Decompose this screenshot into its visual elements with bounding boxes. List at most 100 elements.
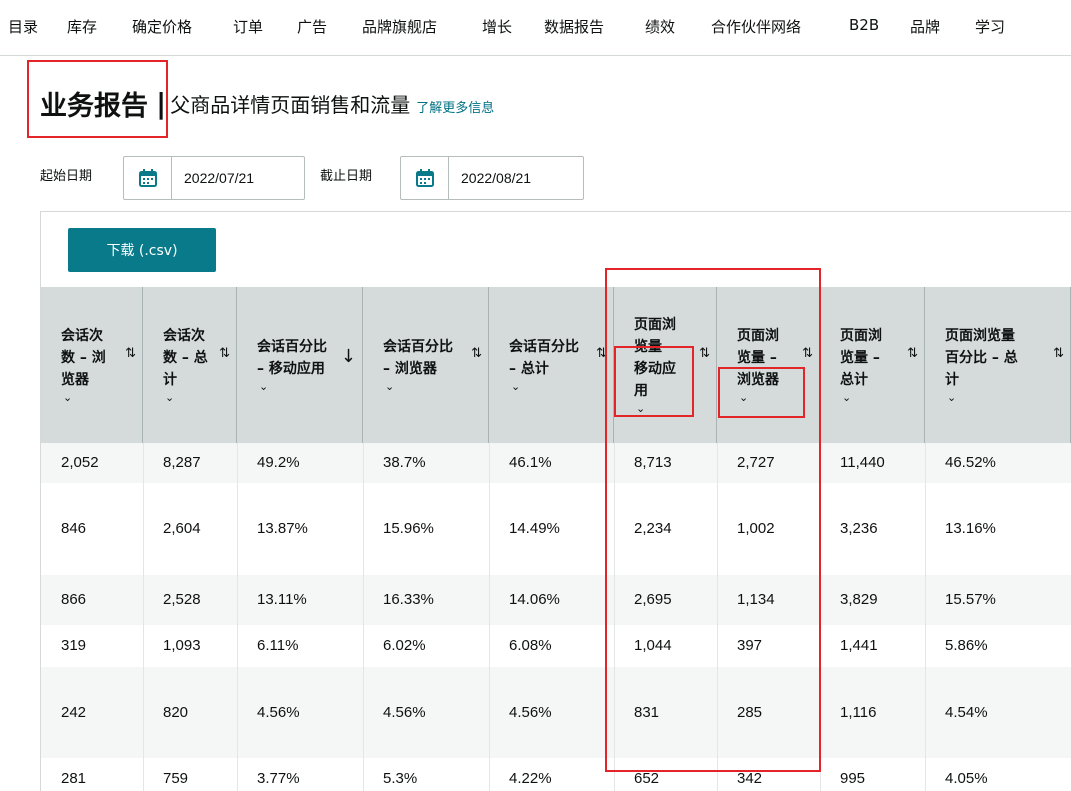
table-cell: 6.11% xyxy=(257,637,299,654)
table-cell: 1,093 xyxy=(163,637,201,654)
table-cell: 16.33% xyxy=(383,591,434,608)
start-date-picker[interactable]: 2022/07/21 xyxy=(123,156,305,200)
table-cell: 15.96% xyxy=(383,520,434,537)
table-cell: 15.57% xyxy=(945,591,996,608)
table-cell: 38.7% xyxy=(383,454,426,471)
column-header-label: 会话百分比 xyxy=(509,339,579,355)
chevron-down-icon[interactable]: ⌄ xyxy=(739,391,748,404)
nav-item[interactable]: 品牌旗舰店 xyxy=(362,16,437,37)
chevron-down-icon[interactable]: ⌄ xyxy=(636,402,645,415)
column-header[interactable]: 会话次数 – 总计 ⇅ ⌄ xyxy=(143,287,237,443)
column-divider xyxy=(363,443,364,791)
chevron-down-icon[interactable]: ⌄ xyxy=(947,391,956,404)
column-header-label: 览量 – xyxy=(737,350,777,366)
nav-item[interactable]: 订单 xyxy=(233,16,263,37)
sort-icon[interactable]: ⇅ xyxy=(907,346,918,361)
column-header-label: 用 xyxy=(634,383,648,399)
table-cell: 5.3% xyxy=(383,770,418,787)
nav-item[interactable]: B2B xyxy=(849,16,879,34)
column-header-label: – 浏览器 xyxy=(383,361,437,377)
chevron-down-icon[interactable]: ⌄ xyxy=(385,380,394,393)
table-cell: 2,234 xyxy=(634,520,672,537)
column-divider xyxy=(820,443,821,791)
nav-item[interactable]: 合作伙伴网络 xyxy=(711,16,801,37)
table-cell: 14.06% xyxy=(509,591,560,608)
table-cell: 2,727 xyxy=(737,454,775,471)
table-cell: 652 xyxy=(634,770,660,787)
table-cell: 2,695 xyxy=(634,591,672,608)
table-cell: 13.16% xyxy=(945,520,996,537)
column-header-label: 页面浏 xyxy=(634,317,676,333)
sort-icon[interactable]: ⇅ xyxy=(125,346,136,361)
table-cell: 4.56% xyxy=(257,704,300,721)
end-date-value[interactable]: 2022/08/21 xyxy=(449,170,531,186)
chevron-down-icon[interactable]: ⌄ xyxy=(842,391,851,404)
column-header[interactable]: 页面浏 览量 – 总计 ⇅ ⌄ xyxy=(820,287,925,443)
nav-item[interactable]: 数据报告 xyxy=(544,16,604,37)
sort-icon[interactable]: ⇅ xyxy=(699,346,710,361)
column-header-label: 数 – 总 xyxy=(163,350,208,366)
column-header[interactable]: 页面浏 览量 – 移动应用 ⇅ ⌄ xyxy=(614,287,717,443)
table-cell: 3,829 xyxy=(840,591,878,608)
nav-item[interactable]: 确定价格 xyxy=(132,16,192,37)
column-divider xyxy=(489,443,490,791)
nav-item[interactable]: 品牌 xyxy=(910,16,940,37)
table-cell: 4.05% xyxy=(945,770,988,787)
column-header[interactable]: 页面浏 览量 – 浏览器 ⇅ ⌄ xyxy=(717,287,820,443)
table-cell: 4.54% xyxy=(945,704,988,721)
column-header[interactable]: 页面浏览量 百分比 – 总计 ⇅ ⌄ xyxy=(925,287,1071,443)
sort-icon[interactable]: ⇅ xyxy=(802,346,813,361)
nav-item[interactable]: 增长 xyxy=(482,16,512,37)
column-divider xyxy=(143,443,144,791)
column-header-label: 会话次 xyxy=(61,328,103,344)
calendar-icon[interactable] xyxy=(401,157,449,199)
table-cell: 6.08% xyxy=(509,637,552,654)
table-cell: 342 xyxy=(737,770,763,787)
nav-item[interactable]: 学习 xyxy=(975,16,1005,37)
sort-icon[interactable]: ↓ xyxy=(341,346,356,367)
nav-item[interactable]: 库存 xyxy=(67,16,97,37)
column-divider xyxy=(614,443,615,791)
column-header[interactable]: 会话百分比 – 移动应用 ↓ ⌄ xyxy=(237,287,363,443)
column-header-label: 移动应 xyxy=(634,361,676,377)
table-cell: 319 xyxy=(61,637,87,654)
download-csv-button[interactable]: 下载 (.csv) xyxy=(68,228,216,272)
calendar-icon[interactable] xyxy=(124,157,172,199)
table-cell: 11,440 xyxy=(840,454,885,471)
sort-icon[interactable]: ⇅ xyxy=(219,346,230,361)
table-cell: 285 xyxy=(737,704,763,721)
learn-more-link[interactable]: 了解更多信息 xyxy=(416,97,494,116)
table-row xyxy=(41,667,1071,758)
table-cell: 4.56% xyxy=(383,704,426,721)
table-cell: 14.49% xyxy=(509,520,560,537)
top-navigation: 目录 库存 确定价格 订单 广告 品牌旗舰店 增长 数据报告 绩效 合作伙伴网络 B2B 品牌 学习 xyxy=(0,0,1071,56)
nav-item[interactable]: 绩效 xyxy=(645,16,675,37)
sort-icon[interactable]: ⇅ xyxy=(1053,346,1064,361)
column-header[interactable]: 会话百分比 – 总计 ⇅ ⌄ xyxy=(489,287,614,443)
column-header-label: 计 xyxy=(163,372,177,388)
nav-item[interactable]: 广告 xyxy=(297,16,327,37)
sort-icon[interactable]: ⇅ xyxy=(596,346,607,361)
column-header[interactable]: 会话百分比 – 浏览器 ⇅ ⌄ xyxy=(363,287,489,443)
table-cell: 242 xyxy=(61,704,87,721)
table-cell: 1,002 xyxy=(737,520,775,537)
chevron-down-icon[interactable]: ⌄ xyxy=(63,391,72,404)
sort-icon[interactable]: ⇅ xyxy=(471,346,482,361)
column-header-label: 页面浏览量 xyxy=(945,328,1015,344)
chevron-down-icon[interactable]: ⌄ xyxy=(165,391,174,404)
column-header[interactable]: 会话次数 – 浏览器 ⇅ ⌄ xyxy=(41,287,143,443)
table-cell: 2,604 xyxy=(163,520,201,537)
page-header: 业务报告 | 父商品详情页面销售和流量 了解更多信息 xyxy=(40,83,494,123)
table-cell: 397 xyxy=(737,637,763,654)
table-cell: 281 xyxy=(61,770,87,787)
nav-item[interactable]: 目录 xyxy=(8,16,38,37)
table-cell: 5.86% xyxy=(945,637,988,654)
table-cell: 13.11% xyxy=(257,591,307,608)
chevron-down-icon[interactable]: ⌄ xyxy=(259,380,268,393)
chevron-down-icon[interactable]: ⌄ xyxy=(511,380,520,393)
table-cell: 3,236 xyxy=(840,520,878,537)
table-cell: 831 xyxy=(634,704,660,721)
column-divider xyxy=(237,443,238,791)
end-date-picker[interactable]: 2022/08/21 xyxy=(400,156,584,200)
start-date-value[interactable]: 2022/07/21 xyxy=(172,170,254,186)
